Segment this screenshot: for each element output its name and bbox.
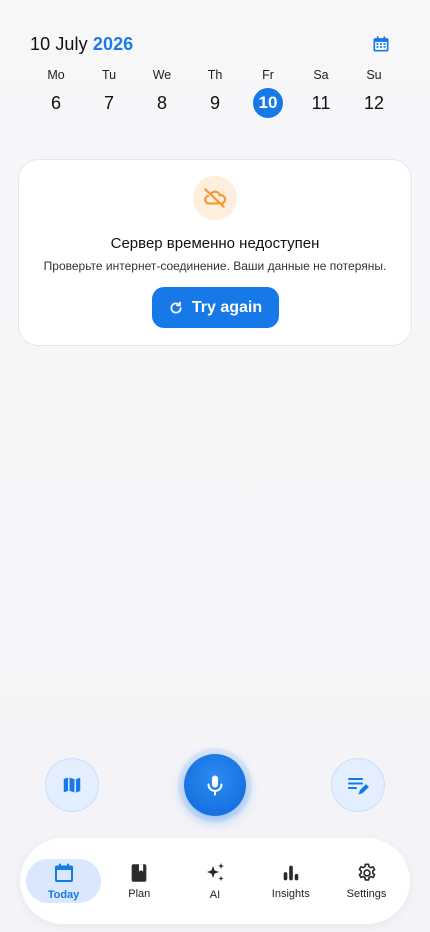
cloud-off-icon xyxy=(204,188,227,208)
new-note-button[interactable] xyxy=(331,758,385,812)
day-wed[interactable]: We 8 xyxy=(136,66,188,118)
nav-settings[interactable]: Settings xyxy=(329,859,404,903)
error-title: Сервер временно недоступен xyxy=(110,235,320,252)
bar-chart-icon xyxy=(283,865,299,881)
nav-label: AI xyxy=(209,889,221,901)
day-name: Th xyxy=(207,68,223,82)
calendar-icon xyxy=(54,863,73,882)
day-number: 6 xyxy=(50,93,61,113)
nav-label: Plan xyxy=(128,888,151,900)
day-name: We xyxy=(152,68,172,82)
day-number: 11 xyxy=(311,93,331,113)
day-sun[interactable]: Su 12 xyxy=(348,66,400,118)
nav-label: Today xyxy=(47,889,80,901)
day-name: Sa xyxy=(313,68,329,82)
day-number-selected: 10 xyxy=(253,88,283,118)
nav-plan[interactable]: Plan xyxy=(102,859,177,903)
sparkles-icon xyxy=(207,863,224,881)
error-subtitle: Проверьте интернет-соединение. Ваши данн… xyxy=(43,259,387,273)
map-button[interactable] xyxy=(45,758,99,812)
nav-label: Insights xyxy=(271,888,310,900)
day-name: Tu xyxy=(101,68,117,82)
nav-insights[interactable]: Insights xyxy=(253,859,328,903)
cloud-off-icon-wrap xyxy=(193,176,237,220)
try-again-label: Try again xyxy=(191,298,263,316)
try-again-button[interactable]: Try again xyxy=(151,287,279,328)
day-name: Su xyxy=(366,68,382,82)
day-number: 9 xyxy=(209,93,220,113)
day-number: 12 xyxy=(363,93,385,113)
voice-input-button[interactable] xyxy=(184,754,246,816)
day-fri-selected[interactable]: Fr 10 xyxy=(242,66,294,118)
day-tue[interactable]: Tu 7 xyxy=(83,66,135,118)
server-error-card: Сервер временно недоступен Проверьте инт… xyxy=(18,159,412,346)
nav-label: Settings xyxy=(346,888,387,900)
day-name: Fr xyxy=(262,68,274,82)
current-date-title: 10 July 2026 xyxy=(30,34,133,55)
day-name: Mo xyxy=(47,68,65,82)
nav-today[interactable]: Today xyxy=(26,859,101,903)
week-strip: Mo 6 Tu 7 We 8 Th 9 Fr 10 Sa 11 Su 12 xyxy=(30,66,400,118)
map-icon xyxy=(63,777,81,793)
day-thu[interactable]: Th 9 xyxy=(189,66,241,118)
day-number: 7 xyxy=(103,93,114,113)
bottom-navigation: Today Plan AI Insights Settings xyxy=(20,838,410,924)
refresh-icon xyxy=(170,300,182,314)
header: 10 July 2026 xyxy=(30,32,392,56)
calendar-icon xyxy=(373,36,389,52)
book-icon xyxy=(131,864,147,882)
calendar-button[interactable] xyxy=(370,33,392,55)
day-mon[interactable]: Mo 6 xyxy=(30,66,82,118)
edit-note-icon xyxy=(348,778,369,795)
microphone-icon xyxy=(207,775,223,796)
gear-icon xyxy=(358,863,375,881)
day-number: 8 xyxy=(156,93,167,113)
nav-ai[interactable]: AI xyxy=(178,859,253,903)
day-sat[interactable]: Sa 11 xyxy=(295,66,347,118)
date-year: 2026 xyxy=(92,33,134,54)
date-day-month: 10 July xyxy=(30,33,93,54)
